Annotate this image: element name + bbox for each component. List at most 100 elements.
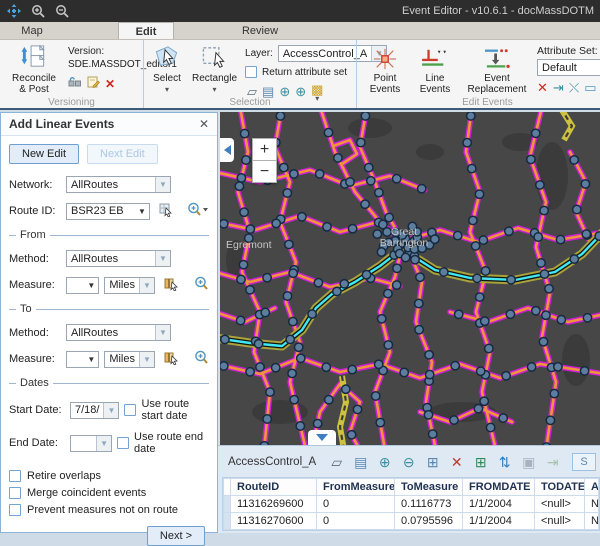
to-method-dropdown-icon[interactable]: ▼ [155,325,170,340]
to-unit-value: Miles [105,353,139,365]
titlebar: Event Editor - v10.6.1 - docMassDOTM [0,0,600,22]
point-events-label: Point Events [365,73,405,95]
reconcile-post-label: Reconcile & Post [8,73,60,95]
window-title: Event Editor - v10.6.1 - docMassDOTM [402,5,594,17]
select-route-on-map-icon[interactable] [159,203,174,220]
from-zoom-icon[interactable] [194,276,209,294]
ribbon: Reconcile & Post Version: SDE.MASSDOT_ed… [0,40,600,110]
to-measure-on-map-icon[interactable] [164,351,179,368]
network-select[interactable]: AllRoutes ▼ [66,176,171,193]
move-event-icon[interactable]: ⇥ [553,81,564,95]
end-date-dropdown-icon[interactable]: ▼ [96,436,111,451]
select-button[interactable]: Select ▾ [150,43,184,96]
attribute-set-label: Attribute Set: [537,45,600,57]
column-header[interactable]: ToMeasure [395,479,463,496]
add-records-icon[interactable]: ⊞ [472,453,489,471]
tab-edit[interactable]: Edit [118,22,174,39]
from-method-select[interactable]: AllRoutes ▼ [66,250,171,267]
attribute-table-icon[interactable]: ▤ [352,453,369,471]
to-zoom-icon[interactable] [194,350,209,368]
table-row[interactable]: 1131626960000.11167731/1/2004<null>N [224,496,599,513]
tab-map[interactable]: Map [4,22,60,39]
delete-version-icon[interactable]: ✕ [105,77,115,91]
cutoff-button[interactable]: S [572,453,596,471]
start-date-dropdown-icon[interactable]: ▼ [103,403,118,418]
table-header-row: RouteIDFromMeasureToMeasureFROMDATETODAT… [224,479,599,496]
column-header[interactable]: RouteID [231,479,317,496]
map-view[interactable]: EgremontGreatBarrington + − [218,112,600,445]
rectangle-button[interactable]: Rectangle ▾ [190,43,239,96]
zoom-in-icon[interactable] [30,3,46,19]
group-selection: Select ▾ Rectangle ▾ Layer: AccessContro… [143,40,356,108]
network-label: Network: [9,179,61,191]
to-unit-dropdown-icon[interactable]: ▼ [139,352,154,367]
zoom-out-icon[interactable] [54,3,70,19]
zoom-to-selection-icon[interactable]: ⊕ [376,453,393,471]
unlock-version-icon[interactable] [68,76,82,91]
use-route-start-date-checkbox[interactable] [124,404,136,416]
line-events-button[interactable]: Line Events [413,43,457,96]
from-method-dropdown-icon[interactable]: ▼ [155,251,170,266]
attribute-set-select[interactable]: Default [537,59,600,76]
route-id-select[interactable]: BSR23 EB ▼ [66,203,150,220]
column-header[interactable]: TODATE [535,479,585,496]
use-route-end-date-checkbox[interactable] [117,437,129,449]
to-measure-input[interactable]: ▼ [66,351,99,368]
end-date-input[interactable]: ▼ [70,435,112,452]
from-measure-dropdown-icon[interactable]: ▼ [84,281,98,290]
tab-review[interactable]: Review [232,22,288,39]
point-events-button[interactable]: Point Events [363,43,407,96]
split-event-icon[interactable]: ⤬ [569,81,579,95]
column-header[interactable]: FromMeasure [317,479,395,496]
select-by-shape-icon[interactable]: ▱ [328,453,345,471]
paste-icon[interactable]: ▣ [520,453,537,471]
from-method-label: Method: [9,253,61,265]
prevent-measures-checkbox[interactable] [9,504,21,516]
versioning-group-label: Versioning [0,97,143,108]
to-measure-dropdown-icon[interactable]: ▼ [84,355,98,364]
select-label: Select [153,73,181,84]
zoom-to-route-icon[interactable] [187,202,209,220]
edit-window-icon[interactable]: ▭ [584,81,596,95]
dates-section-legend: Dates [9,377,209,389]
to-unit-select[interactable]: Miles ▼ [104,351,155,368]
retire-overlaps-checkbox[interactable] [9,470,21,482]
next-button[interactable]: Next > [147,526,205,546]
move-records-icon[interactable]: ⇥ [544,453,561,471]
new-edit-button[interactable]: New Edit [9,144,79,164]
layer-label: Layer: [245,48,273,59]
pan-icon[interactable] [6,3,22,19]
column-header[interactable]: FROMDATE [463,479,535,496]
merge-coincident-events-checkbox[interactable] [9,487,21,499]
clear-selection-icon[interactable]: ✕ [448,453,465,471]
start-date-input[interactable]: 7/18/ ▼ [70,402,119,419]
table-row[interactable]: 1131627060000.07955961/1/2004<null>N [224,513,599,530]
from-section-legend: From [9,229,209,241]
to-method-select[interactable]: AllRoutes ▼ [66,324,171,341]
end-date-label: End Date: [9,437,65,449]
reconcile-post-button[interactable]: Reconcile & Post [6,43,62,96]
from-unit-dropdown-icon[interactable]: ▼ [139,278,154,293]
collapse-table-button[interactable] [308,430,336,445]
return-attribute-set-checkbox[interactable] [245,66,257,78]
sort-icon[interactable]: ⇅ [496,453,513,471]
from-unit-select[interactable]: Miles ▼ [104,277,155,294]
delete-event-icon[interactable]: ✕ [537,81,548,95]
route-id-dropdown-icon[interactable]: ▼ [135,207,149,216]
table-toolbar: AccessControl_A ▱▤⊕⊖⊞✕⊞⇅▣⇥ S [218,446,600,477]
map-zoom-out-button[interactable]: − [252,160,277,183]
calculator-icon[interactable]: ⊞ [424,453,441,471]
network-dropdown-icon[interactable]: ▼ [155,177,170,192]
pan-to-selection-icon[interactable]: ⊖ [400,453,417,471]
prevent-measures-label: Prevent measures not on route [27,504,178,516]
new-version-icon[interactable] [87,76,100,91]
next-edit-button[interactable]: Next Edit [87,144,158,164]
event-replacement-button[interactable]: Event Replacement [463,43,531,96]
close-panel-icon[interactable]: ✕ [199,117,209,131]
from-measure-on-map-icon[interactable] [164,277,179,294]
collapse-panel-button[interactable] [220,138,234,162]
rectangle-caret-icon: ▾ [213,84,217,95]
column-header[interactable]: AC [585,479,599,496]
from-measure-input[interactable]: ▼ [66,277,99,294]
map-zoom-in-button[interactable]: + [252,138,277,161]
